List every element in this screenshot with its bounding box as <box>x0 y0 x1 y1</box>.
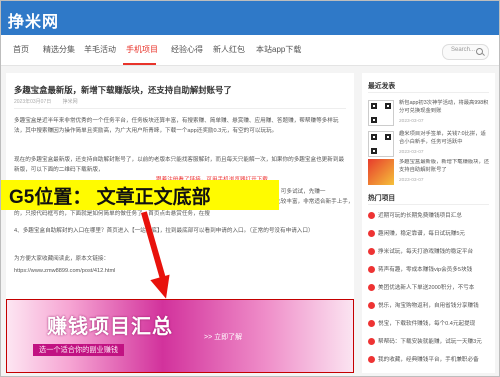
recent-item-date: 2023-03-07 <box>399 178 424 183</box>
recent-item-title[interactable]: 趣米项目对手签单，关钱7:0比拼，适合小白新手，任务可活跃中 <box>399 131 491 146</box>
hot-item[interactable]: 我的收藏，经典赚钱平台，手机兼职必备 <box>368 355 491 364</box>
browser-frame: 挣米网 首页 精选分集 羊毛活动 手机项目 经验心得 新人红包 本站app下载 … <box>0 0 500 377</box>
article-paragraph: 现在的多趣宝盒最新版，还支持自助解封账号了，以前的老版本只能找客服解封，而且每天… <box>14 157 345 173</box>
nav-item-experience[interactable]: 经验心得 <box>171 44 203 55</box>
active-tab-indicator <box>123 63 156 65</box>
divider <box>368 92 489 93</box>
hot-rank-icon <box>368 320 375 328</box>
hot-rank-icon <box>368 230 375 238</box>
search-input[interactable]: Search... <box>442 44 489 60</box>
banner-subtitle: 选一个适合你的副业赚钱 <box>33 344 125 356</box>
hot-item[interactable]: 悦宝，下载软件赚钱，每个0.4元起提现 <box>368 319 491 328</box>
article-title: 多趣宝盒最新版，新增下载赚版块，还支持自助解封账号了 <box>14 85 232 95</box>
divider <box>368 204 489 205</box>
top-bar: 挣米网 <box>1 1 499 35</box>
nav-item-red-packet[interactable]: 新人红包 <box>213 44 245 55</box>
article-paragraph: 4、多趣宝盒自助解封的入口在哪里？首页进入【一站到底】，拉到最底部可以看到申请的… <box>14 228 314 234</box>
recent-item-title[interactable]: 多趣宝盒最新版，新增下载赚版块，还支持自助解封账号了 <box>399 159 491 179</box>
hot-rank-icon <box>368 284 375 292</box>
article-paragraph: 多趣宝盒是近半年来非常优秀的一个任务平台，任务板块还算丰富，有搜索赚、简单赚、悬… <box>14 118 339 134</box>
article-thumbnail[interactable] <box>368 159 394 185</box>
hot-rank-icon <box>368 302 375 310</box>
search-placeholder: Search... <box>451 47 476 53</box>
article-card: 多趣宝盒最新版，新增下载赚版块，还支持自助解封账号了 2023年03月07日 挣… <box>6 73 354 373</box>
recent-item-title[interactable]: 新包app初3次神学活动，将最高998积分可兑换现金到账 <box>399 100 491 115</box>
hot-item[interactable]: 趣闲赚，稳定靠谱，每日试玩赚5元 <box>368 229 491 238</box>
main-nav: 首页 精选分集 羊毛活动 手机项目 经验心得 新人红包 本站app下载 <box>1 35 499 66</box>
article-link-url[interactable]: https://www.zmw8899.com/post/412.html <box>14 266 346 276</box>
g5-position-label: G5位置： 文章正文底部 <box>1 180 279 210</box>
hot-rank-icon <box>368 266 375 274</box>
article-date: 2023年03月07日 <box>14 99 52 105</box>
ad-banner[interactable]: 赚钱项目汇总 选一个适合你的副业赚钱 >> 立即了解 <box>6 299 354 373</box>
article-paragraph: 的，只按代码框写的，下面就是如何简单的做任务了，首页点击悬赏任务，在搜 <box>14 211 210 217</box>
recent-item-date: 2023-03-07 <box>399 119 424 124</box>
recent-panel: 最近发表 新包app初3次神学活动，将最高998积分可兑换现金到账 2023-0… <box>362 73 495 187</box>
hot-panel: 热门项目 近期可玩的长期免费赚钱项目汇总 趣闲赚，稳定靠谱，每日试玩赚5元 挣米… <box>362 187 495 373</box>
hot-item[interactable]: 美团优选新人下单送2000积分，不亏本 <box>368 283 491 292</box>
hot-rank-icon <box>368 212 375 220</box>
divider <box>14 108 346 109</box>
article-meta: 2023年03月07日 挣米网 <box>14 98 88 105</box>
nav-item-home[interactable]: 首页 <box>13 44 29 55</box>
recent-title: 最近发表 <box>368 83 396 90</box>
hot-rank-icon <box>368 338 375 346</box>
hot-item[interactable]: 蒋声有趣，零成本赚钱vip会员多5块钱 <box>368 265 491 274</box>
hot-item[interactable]: 帮帮码：下载安装就能赚，试玩一天赚3元 <box>368 337 491 346</box>
banner-button[interactable]: >> 立即了解 <box>204 332 242 342</box>
nav-item-app-download[interactable]: 本站app下载 <box>256 44 301 55</box>
search-icon[interactable] <box>476 48 483 55</box>
article-author[interactable]: 挣米网 <box>63 99 78 105</box>
article-paragraph: 为方便大家收藏阅读此，原本文链接： <box>14 256 110 262</box>
site-logo[interactable]: 挣米网 <box>8 8 59 32</box>
nav-item-mobile-projects[interactable]: 手机项目 <box>126 44 158 55</box>
hot-rank-icon <box>368 356 375 364</box>
hot-item[interactable]: 挣米试玩，每天打游戏赚钱的稳定平台 <box>368 247 491 256</box>
hot-title: 热门项目 <box>368 195 396 202</box>
g5-label-text: G5位置： 文章正文底部 <box>9 187 211 208</box>
hot-item[interactable]: 悦乐，淘宝购物返利，自用省钱分享赚钱 <box>368 301 491 310</box>
qr-code-icon[interactable] <box>368 131 394 157</box>
hot-item[interactable]: 近期可玩的长期免费赚钱项目汇总 <box>368 211 491 220</box>
nav-item-wool[interactable]: 羊毛活动 <box>84 44 116 55</box>
qr-code-icon[interactable] <box>368 100 394 126</box>
recent-item-date: 2023-03-07 <box>399 150 424 155</box>
banner-title: 赚钱项目汇总 <box>47 316 173 338</box>
hot-rank-icon <box>368 248 375 256</box>
nav-item-featured[interactable]: 精选分集 <box>43 44 75 55</box>
sidebar: 最近发表 新包app初3次神学活动，将最高998积分可兑换现金到账 2023-0… <box>362 73 495 373</box>
